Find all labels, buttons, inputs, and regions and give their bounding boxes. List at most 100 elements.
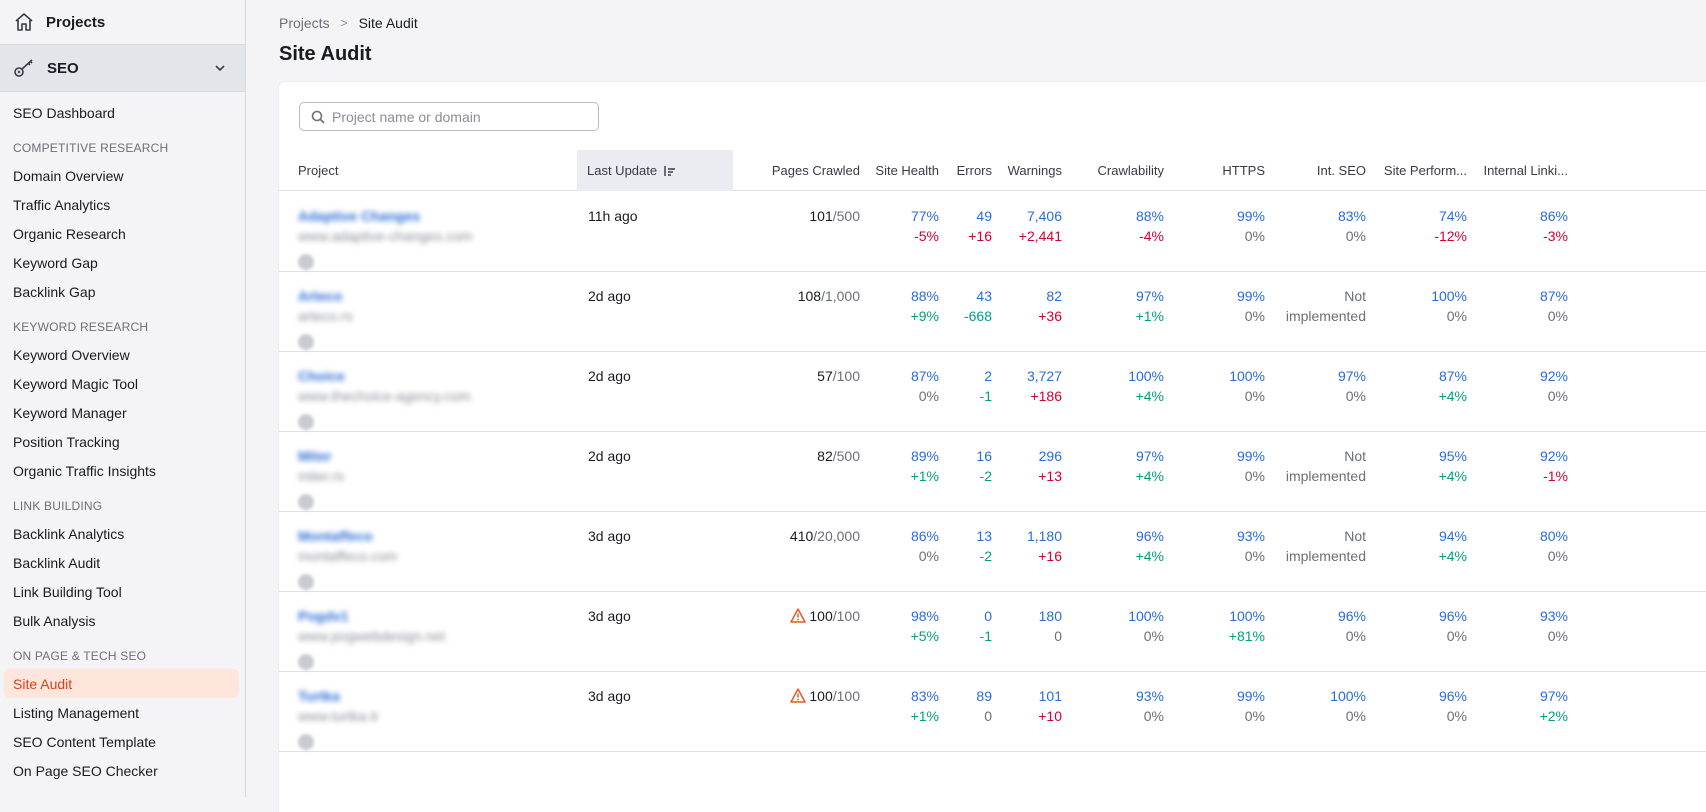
errors-cell[interactable]: 13 -2: [942, 526, 992, 566]
https-cell[interactable]: 100% +81%: [1175, 606, 1265, 646]
int-seo-cell[interactable]: 97% 0%: [1266, 366, 1366, 406]
errors-cell[interactable]: 0 -1: [942, 606, 992, 646]
crawlability-cell[interactable]: 100% 0%: [1074, 606, 1164, 646]
errors-cell[interactable]: 2 -1: [942, 366, 992, 406]
table-row[interactable]: Pogdv1 www.pogwebdesign.net 3d ago 100/100 9…: [279, 592, 1706, 672]
col-pages-crawled[interactable]: Pages Crawled: [719, 150, 860, 191]
sidebar-item-position-tracking[interactable]: Position Tracking: [0, 427, 241, 456]
site-performance-cell[interactable]: 100% 0%: [1377, 286, 1467, 326]
site-health-cell[interactable]: 89% +1%: [869, 446, 939, 486]
sidebar-item-domain-overview[interactable]: Domain Overview: [0, 161, 241, 190]
sidebar-item-site-audit[interactable]: Site Audit: [4, 669, 239, 698]
sidebar-item-keyword-overview[interactable]: Keyword Overview: [0, 340, 241, 369]
site-performance-cell[interactable]: 96% 0%: [1377, 606, 1467, 646]
project-name-link[interactable]: Pogdv1: [298, 606, 498, 626]
search-input[interactable]: Project name or domain: [299, 102, 599, 131]
warnings-cell[interactable]: 1,180 +16: [992, 526, 1062, 566]
site-performance-cell[interactable]: 74% -12%: [1377, 206, 1467, 246]
errors-cell[interactable]: 49 +16: [942, 206, 992, 246]
https-cell[interactable]: 99% 0%: [1175, 286, 1265, 326]
int-seo-cell[interactable]: Not implemented: [1266, 286, 1366, 326]
site-health-cell[interactable]: 86% 0%: [869, 526, 939, 566]
breadcrumb-projects[interactable]: Projects: [279, 15, 330, 31]
crawlability-cell[interactable]: 97% +4%: [1074, 446, 1164, 486]
crawlability-cell[interactable]: 100% +4%: [1074, 366, 1164, 406]
site-performance-cell[interactable]: 96% 0%: [1377, 686, 1467, 726]
site-health-cell[interactable]: 83% +1%: [869, 686, 939, 726]
sidebar-item-seo-dashboard[interactable]: SEO Dashboard: [0, 98, 241, 127]
col-errors[interactable]: Errors: [939, 150, 992, 191]
sidebar-item-organic-traffic-insights[interactable]: Organic Traffic Insights: [0, 456, 241, 485]
internal-linking-cell[interactable]: 80% 0%: [1478, 526, 1568, 566]
warning-icon[interactable]: [790, 608, 807, 623]
https-cell[interactable]: 93% 0%: [1175, 526, 1265, 566]
crawlability-cell[interactable]: 96% +4%: [1074, 526, 1164, 566]
project-name-link[interactable]: Montaffeco: [298, 526, 498, 546]
site-health-cell[interactable]: 88% +9%: [869, 286, 939, 326]
internal-linking-cell[interactable]: 93% 0%: [1478, 606, 1568, 646]
https-cell[interactable]: 99% 0%: [1175, 446, 1265, 486]
int-seo-cell[interactable]: 100% 0%: [1266, 686, 1366, 726]
warnings-cell[interactable]: 101 +10: [992, 686, 1062, 726]
internal-linking-cell[interactable]: 92% -1%: [1478, 446, 1568, 486]
site-performance-cell[interactable]: 87% +4%: [1377, 366, 1467, 406]
table-row[interactable]: Choice www.thechoice-agency.com 2d ago 57/1…: [279, 352, 1706, 432]
internal-linking-cell[interactable]: 97% +2%: [1478, 686, 1568, 726]
col-last-update[interactable]: Last Update: [577, 150, 733, 191]
crawlability-cell[interactable]: 97% +1%: [1074, 286, 1164, 326]
warnings-cell[interactable]: 3,727 +186: [992, 366, 1062, 406]
sidebar-item-keyword-manager[interactable]: Keyword Manager: [0, 398, 241, 427]
project-name-link[interactable]: Turtka: [298, 686, 498, 706]
sidebar-item-backlink-analytics[interactable]: Backlink Analytics: [0, 519, 241, 548]
warning-icon[interactable]: [790, 688, 807, 703]
col-project[interactable]: Project: [298, 150, 498, 191]
internal-linking-cell[interactable]: 86% -3%: [1478, 206, 1568, 246]
https-cell[interactable]: 100% 0%: [1175, 366, 1265, 406]
sidebar-item-on-page-seo-checker[interactable]: On Page SEO Checker: [0, 756, 241, 785]
project-name-link[interactable]: Miter: [298, 446, 498, 466]
sidebar-item-listing-management[interactable]: Listing Management: [0, 698, 241, 727]
table-row[interactable]: Arteco arteco.rs 2d ago 108/1,000 88% +9% 43 -6…: [279, 272, 1706, 352]
sidebar-item-backlink-audit[interactable]: Backlink Audit: [0, 548, 241, 577]
sidebar-item-keyword-gap[interactable]: Keyword Gap: [0, 248, 241, 277]
https-cell[interactable]: 99% 0%: [1175, 686, 1265, 726]
table-row[interactable]: Montaffeco montaffeco.com 3d ago 410/20,000…: [279, 512, 1706, 592]
int-seo-cell[interactable]: Not implemented: [1266, 526, 1366, 566]
table-row[interactable]: Turtka www.turtka.tr 3d ago 100/100 83% +1% 89…: [279, 672, 1706, 752]
col-internal-linking[interactable]: Internal Linki...: [1467, 150, 1568, 191]
sidebar-item-backlink-gap[interactable]: Backlink Gap: [0, 277, 241, 306]
sidebar-item-organic-research[interactable]: Organic Research: [0, 219, 241, 248]
sidebar-item-seo-content-template[interactable]: SEO Content Template: [0, 727, 241, 756]
warnings-cell[interactable]: 7,406 +2,441: [992, 206, 1062, 246]
internal-linking-cell[interactable]: 92% 0%: [1478, 366, 1568, 406]
warnings-cell[interactable]: 82 +36: [992, 286, 1062, 326]
int-seo-cell[interactable]: Not implemented: [1266, 446, 1366, 486]
site-performance-cell[interactable]: 95% +4%: [1377, 446, 1467, 486]
int-seo-cell[interactable]: 83% 0%: [1266, 206, 1366, 246]
project-name-link[interactable]: Adaptive Changes: [298, 206, 498, 226]
warnings-cell[interactable]: 180 0: [992, 606, 1062, 646]
crawlability-cell[interactable]: 88% -4%: [1074, 206, 1164, 246]
errors-cell[interactable]: 16 -2: [942, 446, 992, 486]
col-int-seo[interactable]: Int. SEO: [1265, 150, 1366, 191]
errors-cell[interactable]: 43 -668: [942, 286, 992, 326]
table-row[interactable]: Adaptive Changes www.adaptive-changes.com…: [279, 192, 1706, 272]
col-site-health[interactable]: Site Health: [859, 150, 939, 191]
warnings-cell[interactable]: 296 +13: [992, 446, 1062, 486]
col-site-performance[interactable]: Site Perform...: [1366, 150, 1467, 191]
sidebar-item-keyword-magic-tool[interactable]: Keyword Magic Tool: [0, 369, 241, 398]
site-health-cell[interactable]: 87% 0%: [869, 366, 939, 406]
project-name-link[interactable]: Arteco: [298, 286, 498, 306]
col-warnings[interactable]: Warnings: [992, 150, 1062, 191]
int-seo-cell[interactable]: 96% 0%: [1266, 606, 1366, 646]
site-health-cell[interactable]: 98% +5%: [869, 606, 939, 646]
col-https[interactable]: HTTPS: [1164, 150, 1265, 191]
col-crawlability[interactable]: Crawlability: [1062, 150, 1164, 191]
sidebar-item-traffic-analytics[interactable]: Traffic Analytics: [0, 190, 241, 219]
site-health-cell[interactable]: 77% -5%: [869, 206, 939, 246]
sidebar-seo-toggle[interactable]: SEO: [0, 44, 245, 92]
project-name-link[interactable]: Choice: [298, 366, 498, 386]
errors-cell[interactable]: 89 0: [942, 686, 992, 726]
https-cell[interactable]: 99% 0%: [1175, 206, 1265, 246]
sidebar-item-link-building-tool[interactable]: Link Building Tool: [0, 577, 241, 606]
